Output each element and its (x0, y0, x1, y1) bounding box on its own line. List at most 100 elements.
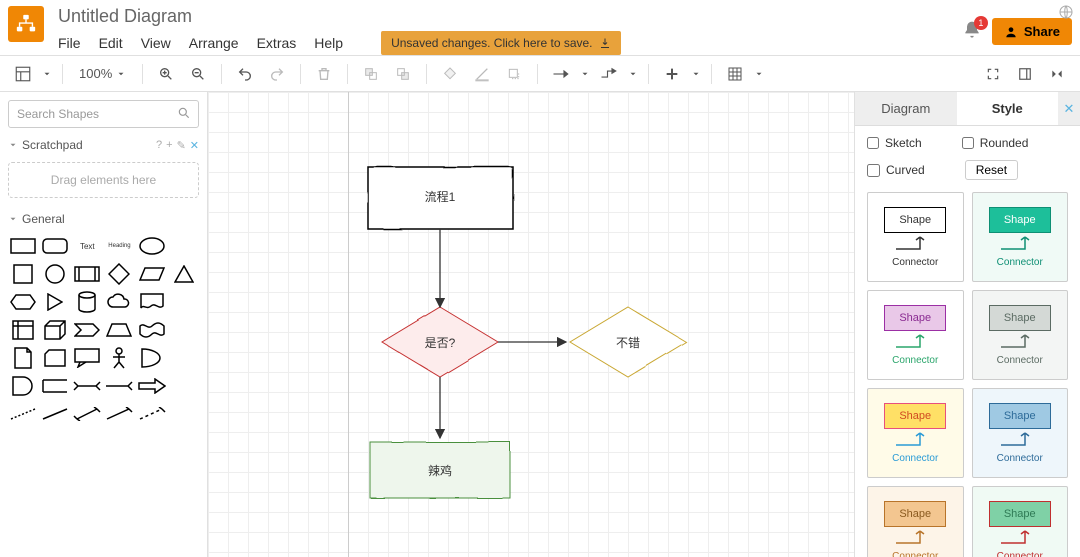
scratchpad-close-icon[interactable]: ✕ (190, 139, 199, 152)
shape-process[interactable] (72, 262, 102, 286)
notifications-button[interactable]: 1 (962, 20, 982, 43)
shape-card[interactable] (40, 346, 70, 370)
shape-heading[interactable]: Heading (104, 234, 134, 258)
shape-arrow-bidirectional[interactable] (72, 374, 102, 398)
shape-and[interactable] (8, 374, 38, 398)
check-curved-input[interactable] (867, 164, 880, 177)
style-preset-0[interactable]: ShapeConnector (867, 192, 964, 282)
shape-tape[interactable] (137, 318, 167, 342)
insert-button[interactable] (659, 61, 685, 87)
shape-thick-arrow[interactable] (137, 374, 167, 398)
check-sketch[interactable]: Sketch (867, 136, 922, 150)
fullscreen-button[interactable] (980, 61, 1006, 87)
chevron-down-icon[interactable] (580, 69, 590, 79)
node-decision[interactable]: 是否? (382, 307, 498, 377)
shape-internal-storage[interactable] (8, 318, 38, 342)
shape-cube[interactable] (40, 318, 70, 342)
tab-diagram[interactable]: Diagram (855, 92, 957, 125)
style-preset-2[interactable]: ShapeConnector (867, 290, 964, 380)
reset-button[interactable]: Reset (965, 160, 1018, 180)
general-header[interactable]: General (0, 208, 207, 230)
app-logo[interactable] (8, 6, 44, 42)
shape-note[interactable] (8, 346, 38, 370)
shape-cloud[interactable] (104, 290, 134, 314)
check-rounded-input[interactable] (962, 137, 974, 149)
shape-triangle[interactable] (169, 262, 199, 286)
delete-button[interactable] (311, 61, 337, 87)
scratchpad-add-icon[interactable]: + (166, 139, 172, 152)
menu-file[interactable]: File (58, 35, 81, 51)
document-title[interactable]: Untitled Diagram (58, 4, 621, 31)
to-back-button[interactable] (390, 61, 416, 87)
shape-bidir-arrow-line[interactable] (72, 402, 102, 426)
line-color-button[interactable] (469, 61, 495, 87)
style-preset-3[interactable]: ShapeConnector (972, 290, 1069, 380)
fill-color-button[interactable] (437, 61, 463, 87)
shape-or[interactable] (137, 346, 167, 370)
shape-document[interactable] (137, 290, 167, 314)
format-panel-toggle[interactable] (1012, 61, 1038, 87)
style-preset-7[interactable]: ShapeConnector (972, 486, 1069, 557)
shape-play[interactable] (40, 290, 70, 314)
shape-text[interactable]: Text (72, 234, 102, 258)
node-bad[interactable]: 辣鸡 (370, 442, 510, 498)
check-rounded[interactable]: Rounded (962, 136, 1029, 150)
shape-arrow-line[interactable] (104, 402, 134, 426)
shape-cylinder[interactable] (72, 290, 102, 314)
menu-arrange[interactable]: Arrange (189, 35, 239, 51)
shape-diamond[interactable] (104, 262, 134, 286)
menu-extras[interactable]: Extras (257, 35, 297, 51)
shape-circle[interactable] (40, 262, 70, 286)
menu-help[interactable]: Help (314, 35, 343, 51)
style-preset-5[interactable]: ShapeConnector (972, 388, 1069, 478)
zoom-dropdown[interactable]: 100% (73, 66, 132, 81)
shadow-button[interactable] (501, 61, 527, 87)
chevron-down-icon[interactable] (691, 69, 701, 79)
zoom-in-button[interactable] (153, 61, 179, 87)
menu-view[interactable]: View (141, 35, 171, 51)
search-shapes-input[interactable] (8, 100, 199, 128)
shape-step[interactable] (72, 318, 102, 342)
chevron-down-icon[interactable] (754, 69, 764, 79)
shape-datastore[interactable] (40, 374, 70, 398)
undo-button[interactable] (232, 61, 258, 87)
waypoints-button[interactable] (596, 61, 622, 87)
shape-parallelogram[interactable] (137, 262, 167, 286)
menu-edit[interactable]: Edit (99, 35, 123, 51)
node-process[interactable]: 流程1 (368, 167, 513, 229)
style-preset-4[interactable]: ShapeConnector (867, 388, 964, 478)
scratchpad-dropzone[interactable]: Drag elements here (8, 162, 199, 198)
shape-square[interactable] (8, 262, 38, 286)
style-preset-1[interactable]: ShapeConnector (972, 192, 1069, 282)
check-curved[interactable]: Curved (867, 163, 925, 177)
tab-style[interactable]: Style (957, 92, 1059, 125)
canvas[interactable]: 流程1 是否? 不错 辣鸡 (208, 92, 854, 557)
node-good[interactable]: 不错 (570, 307, 686, 377)
unsaved-changes-banner[interactable]: Unsaved changes. Click here to save. (381, 31, 620, 55)
shape-rounded-rectangle[interactable] (40, 234, 70, 258)
zoom-out-button[interactable] (185, 61, 211, 87)
shape-link-dashed[interactable] (8, 402, 38, 426)
view-mode-button[interactable] (10, 61, 36, 87)
shape-callout[interactable] (72, 346, 102, 370)
to-front-button[interactable] (358, 61, 384, 87)
right-panel-close[interactable]: ✕ (1058, 92, 1080, 125)
shape-trapezoid[interactable] (104, 318, 134, 342)
shape-ellipse[interactable] (137, 234, 167, 258)
style-preset-6[interactable]: ShapeConnector (867, 486, 964, 557)
table-button[interactable] (722, 61, 748, 87)
scratchpad-header[interactable]: Scratchpad ? + ✎ ✕ (0, 134, 207, 156)
shape-arrow[interactable] (104, 374, 134, 398)
collapse-button[interactable] (1044, 61, 1070, 87)
redo-button[interactable] (264, 61, 290, 87)
shape-actor[interactable] (104, 346, 134, 370)
scratchpad-help-icon[interactable]: ? (156, 139, 162, 152)
chevron-down-icon[interactable] (42, 69, 52, 79)
globe-icon[interactable] (1058, 4, 1074, 23)
shape-dashed-arrow-line[interactable] (137, 402, 167, 426)
connection-button[interactable] (548, 61, 574, 87)
shape-hexagon[interactable] (8, 290, 38, 314)
shape-rectangle[interactable] (8, 234, 38, 258)
chevron-down-icon[interactable] (628, 69, 638, 79)
scratchpad-edit-icon[interactable]: ✎ (177, 139, 186, 152)
